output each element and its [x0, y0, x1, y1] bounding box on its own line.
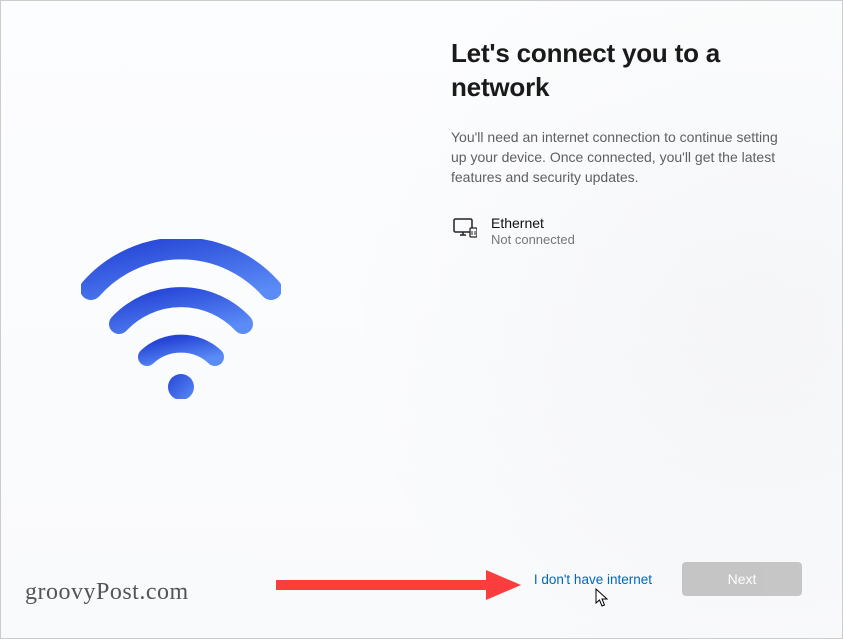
annotation-arrow	[271, 570, 521, 600]
network-item-ethernet[interactable]: Ethernet Not connected	[451, 215, 781, 247]
footer-actions: I don't have internet Next	[534, 562, 802, 596]
main-content: Let's connect you to a network You'll ne…	[451, 37, 781, 247]
wifi-illustration	[81, 239, 281, 399]
skip-internet-link[interactable]: I don't have internet	[534, 572, 652, 587]
network-labels: Ethernet Not connected	[491, 215, 575, 247]
next-button[interactable]: Next	[682, 562, 802, 596]
network-status: Not connected	[491, 232, 575, 247]
wifi-icon	[81, 239, 281, 399]
page-title: Let's connect you to a network	[451, 37, 781, 105]
ethernet-icon	[453, 217, 477, 239]
page-description: You'll need an internet connection to co…	[451, 127, 781, 188]
watermark-text: groovyPost.com	[25, 579, 189, 606]
network-name: Ethernet	[491, 215, 575, 231]
